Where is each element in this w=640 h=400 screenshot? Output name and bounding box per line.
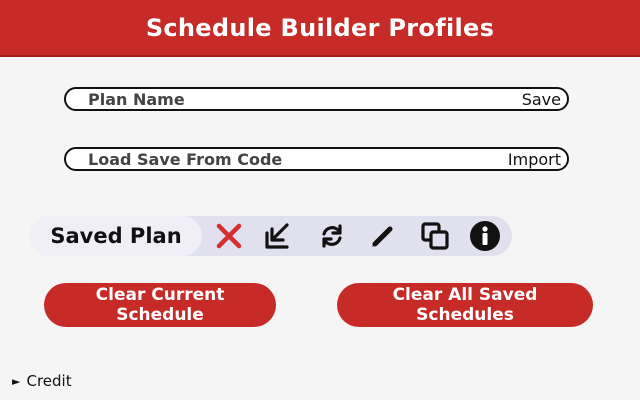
close-icon[interactable] xyxy=(213,220,245,252)
credit-toggle[interactable]: ► Credit xyxy=(12,372,72,390)
clear-all-saved-schedules-button[interactable]: Clear All Saved Schedules xyxy=(337,283,593,327)
saved-plan-label: Saved Plan xyxy=(50,224,182,248)
plan-name-input[interactable] xyxy=(88,89,522,109)
import-button[interactable]: Import xyxy=(508,150,561,169)
clear-current-schedule-button[interactable]: Clear Current Schedule xyxy=(44,283,276,327)
plan-name-field: Save xyxy=(64,87,569,111)
load-icon[interactable] xyxy=(262,220,294,252)
load-code-input[interactable] xyxy=(88,149,508,169)
save-button[interactable]: Save xyxy=(522,90,561,109)
credit-label: Credit xyxy=(26,372,72,390)
copy-icon[interactable] xyxy=(419,220,451,252)
edit-icon[interactable] xyxy=(367,220,399,252)
sync-icon[interactable] xyxy=(316,220,348,252)
saved-plan-select[interactable]: Saved Plan xyxy=(30,216,202,256)
page-title: Schedule Builder Profiles xyxy=(145,13,495,42)
expand-arrow-icon: ► xyxy=(12,374,21,388)
load-code-field: Import xyxy=(64,147,569,171)
info-icon[interactable] xyxy=(469,220,501,252)
header-bar: Schedule Builder Profiles xyxy=(0,0,640,57)
